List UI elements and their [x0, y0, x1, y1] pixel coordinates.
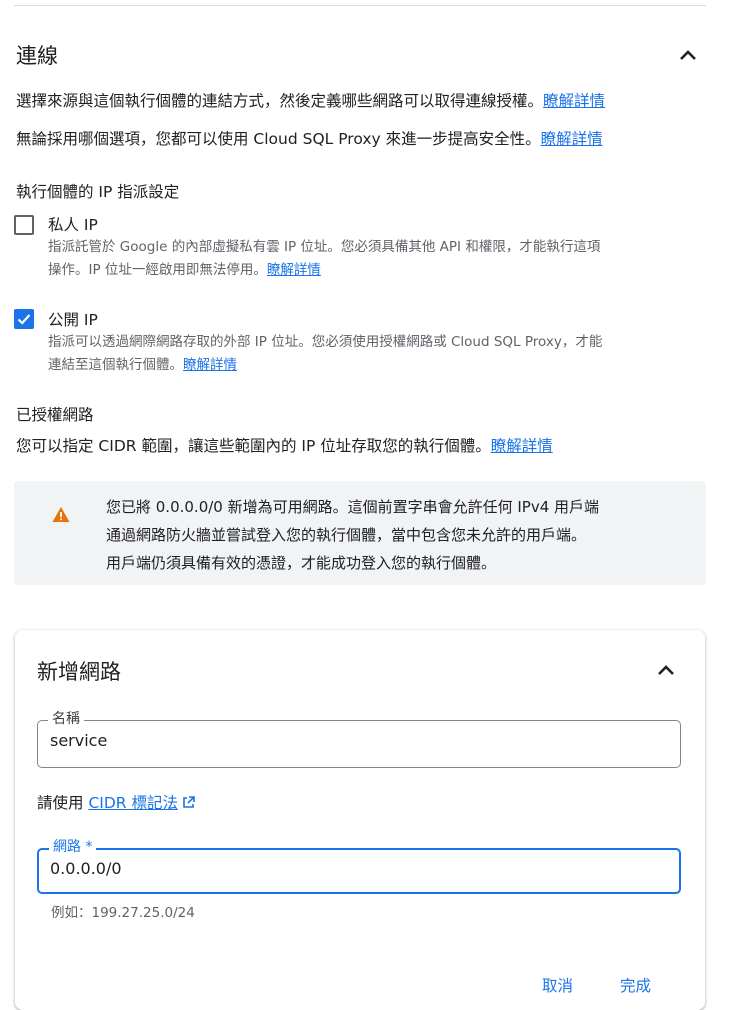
divider — [14, 5, 706, 6]
name-field-label: 名稱 — [48, 710, 84, 728]
chevron-up-icon[interactable] — [656, 660, 676, 680]
private-ip-description: 指派託管於 Google 的內部虛擬私有雲 IP 位址。您必須具備其他 API … — [48, 239, 601, 278]
chevron-up-icon[interactable] — [678, 45, 698, 65]
section-title-connection: 連線 — [16, 44, 58, 68]
learn-more-link[interactable]: 瞭解詳情 — [267, 262, 321, 278]
public-ip-description: 指派可以透過網際網路存取的外部 IP 位址。您必須使用授權網路或 Cloud S… — [48, 334, 603, 373]
private-ip-checkbox[interactable] — [14, 215, 34, 235]
public-ip-title: 公開 IP — [48, 311, 98, 329]
cidr-hint: 請使用 CIDR 標記法 — [37, 791, 195, 813]
learn-more-link[interactable]: 瞭解詳情 — [541, 130, 603, 148]
network-field-label: 網路 * — [49, 838, 97, 856]
private-ip-title: 私人 IP — [48, 216, 98, 234]
ip-assignment-label: 執行個體的 IP 指派設定 — [16, 183, 180, 201]
done-button[interactable]: 完成 — [620, 974, 651, 996]
connection-description: 選擇來源與這個執行個體的連結方式，然後定義哪些網路可以取得連線授權。瞭解詳情 — [16, 92, 606, 110]
warning-icon — [52, 506, 70, 527]
network-input[interactable] — [50, 859, 660, 878]
learn-more-link[interactable]: 瞭解詳情 — [491, 437, 553, 455]
public-ip-checkbox[interactable] — [14, 309, 34, 329]
new-network-title: 新增網路 — [37, 660, 121, 684]
new-network-card: 新增網路 名稱 請使用 CIDR 標記法 網路 * 例如：199.27.25.0… — [15, 630, 705, 1010]
name-field[interactable]: 名稱 — [37, 710, 681, 768]
network-helper-text: 例如：199.27.25.0/24 — [51, 905, 195, 921]
authorized-networks-label: 已授權網路 — [16, 406, 94, 424]
authorized-networks-description: 您可以指定 CIDR 範圍，讓這些範圍內的 IP 位址存取您的執行個體。瞭解詳情 — [16, 437, 553, 455]
name-input[interactable] — [50, 731, 660, 750]
warning-text: 您已將 0.0.0.0/0 新增為可用網路。這個前置字串會允許任何 IPv4 用… — [106, 498, 600, 572]
warning-banner: 您已將 0.0.0.0/0 新增為可用網路。這個前置字串會允許任何 IPv4 用… — [14, 481, 706, 585]
cancel-button[interactable]: 取消 — [542, 974, 573, 996]
open-in-new-icon — [182, 795, 195, 813]
check-icon — [17, 314, 31, 325]
learn-more-link[interactable]: 瞭解詳情 — [543, 92, 605, 110]
network-field[interactable]: 網路 * — [37, 838, 681, 894]
cidr-notation-link[interactable]: CIDR 標記法 — [88, 794, 195, 812]
proxy-description: 無論採用哪個選項，您都可以使用 Cloud SQL Proxy 來進一步提高安全… — [16, 130, 603, 148]
learn-more-link[interactable]: 瞭解詳情 — [183, 357, 237, 373]
